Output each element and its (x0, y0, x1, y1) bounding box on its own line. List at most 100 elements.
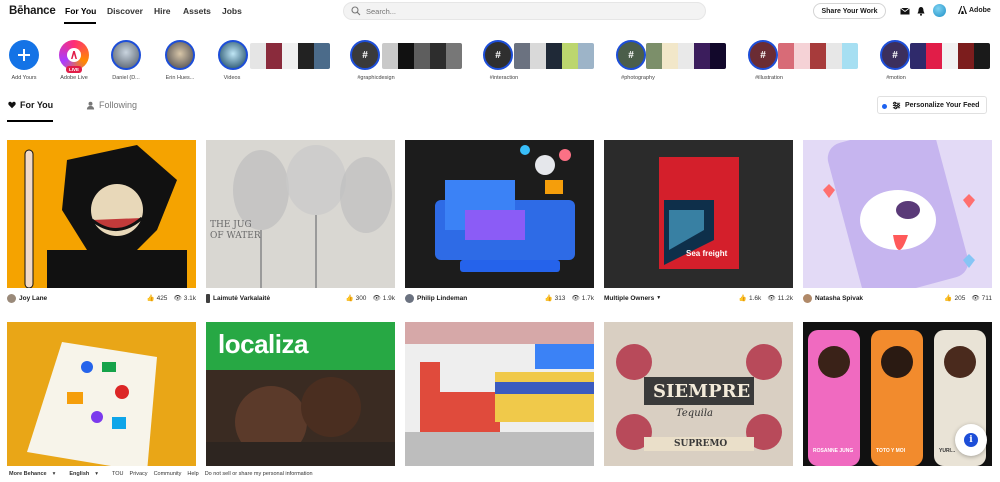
story-videos[interactable] (218, 40, 248, 70)
project-card[interactable] (405, 140, 594, 288)
owner-name[interactable]: Laimutė Varkalaitė (213, 295, 270, 302)
artwork-caption: localiza (218, 329, 308, 359)
tab-following-label: Following (99, 100, 138, 110)
footer-language[interactable]: English (69, 471, 89, 477)
search-input[interactable] (366, 6, 666, 16)
project-card[interactable]: localiza (206, 322, 395, 466)
bell-icon[interactable] (916, 6, 926, 16)
project-thumbnail (405, 322, 594, 466)
photography-thumbnails[interactable] (646, 43, 726, 69)
project-card[interactable] (7, 322, 196, 466)
heart-icon (8, 101, 16, 109)
project-card[interactable]: SIEMPRE Tequila SUPREMO (604, 322, 793, 466)
project-thumbnail (27, 342, 157, 466)
personalize-feed-button[interactable]: Personalize Your Feed (877, 96, 987, 114)
owner-avatar[interactable] (7, 293, 16, 303)
nav-hire[interactable]: Hire (154, 6, 171, 16)
artwork-caption: Sea freight (686, 249, 728, 258)
share-your-work-button[interactable]: Share Your Work (813, 3, 886, 19)
story-label: Adobe Live (60, 75, 88, 81)
add-story-button[interactable] (9, 40, 39, 70)
thumbs-up-icon: 👍 (944, 295, 953, 302)
chevron-down-icon[interactable]: ▼ (656, 295, 661, 301)
videos-thumbnails[interactable] (250, 43, 330, 69)
story-erin[interactable] (165, 40, 195, 70)
eye-icon: 👁 (971, 295, 980, 302)
adobe-link[interactable]: Adobe (958, 6, 991, 14)
like-count: 205 (954, 294, 966, 302)
mail-icon[interactable] (900, 6, 910, 16)
owner-name[interactable]: Natasha Spivak (815, 295, 863, 302)
story-label: Daniel (D... (112, 75, 140, 81)
footer-more-behance[interactable]: More Behance (9, 471, 47, 477)
nav-for-you[interactable]: For You (65, 6, 96, 16)
thumbs-up-icon: 👍 (345, 295, 354, 302)
view-count: 3.1k (183, 294, 196, 302)
illustration-thumbnails[interactable] (778, 43, 858, 69)
owner-name[interactable]: Philip Lindeman (417, 295, 467, 302)
story-label: Erin Hues... (165, 75, 195, 81)
info-icon: i (964, 433, 978, 447)
nav-discover[interactable]: Discover (107, 6, 143, 16)
adobe-live-icon (67, 48, 81, 62)
tab-for-you[interactable]: For You (8, 100, 53, 110)
story-label: #motion (886, 75, 906, 81)
story-interaction-hashtag-icon[interactable]: # (483, 40, 513, 70)
owner-name[interactable]: Joy Lane (19, 295, 47, 302)
adobe-label: Adobe (969, 6, 991, 14)
behance-logo[interactable]: Bēhance (9, 5, 56, 17)
view-count: 711 (981, 294, 992, 302)
adobe-logo-icon (958, 6, 967, 14)
view-count: 1.7k (581, 294, 594, 302)
info-button[interactable]: i (955, 424, 987, 456)
owner-avatar[interactable] (803, 293, 812, 303)
story-label: #photography (621, 75, 655, 81)
like-count: 1.6k (749, 294, 762, 302)
artwork-name: YURI... (939, 448, 956, 454)
chevron-down-icon: ▾ (95, 471, 99, 477)
like-count: 425 (156, 294, 168, 302)
view-count: 1.9k (382, 294, 395, 302)
user-avatar[interactable] (933, 4, 946, 17)
footer-link-community[interactable]: Community (154, 471, 182, 477)
feed-tabs-bar: For You Following (0, 92, 1000, 122)
view-count: 11.2k (777, 294, 793, 302)
personalize-label: Personalize Your Feed (905, 101, 980, 109)
project-thumbnail (233, 145, 392, 288)
footer-link-tou[interactable]: TOU (112, 471, 124, 477)
story-label: #interaction (489, 75, 519, 81)
footer-link-help[interactable]: Help (187, 471, 198, 477)
graphicdesign-thumbnails[interactable] (382, 43, 462, 69)
tab-following[interactable]: Following (86, 100, 137, 110)
project-meta: Laimutė Varkalaitė 👍 300 👁 1.9k (206, 293, 395, 303)
story-motion-hashtag-icon[interactable]: # (880, 40, 910, 70)
footer-link-do-not-sell[interactable]: Do not sell or share my personal informa… (205, 471, 313, 477)
project-meta: Philip Lindeman 👍 313 👁 1.7k (405, 293, 594, 303)
project-card[interactable] (7, 140, 196, 288)
owner-avatar[interactable] (206, 293, 210, 303)
like-count: 313 (554, 294, 566, 302)
motion-thumbnails[interactable] (910, 43, 990, 69)
project-card[interactable]: THE JUG OF WATER (206, 140, 395, 288)
owner-name[interactable]: Multiple Owners (604, 295, 654, 302)
footer-link-privacy[interactable]: Privacy (130, 471, 148, 477)
story-illustration-hashtag-icon[interactable]: # (748, 40, 778, 70)
interaction-thumbnails[interactable] (514, 43, 594, 69)
owner-avatar[interactable] (405, 293, 414, 303)
project-card[interactable] (803, 140, 992, 288)
eye-icon: 👁 (173, 295, 182, 302)
project-card[interactable] (405, 322, 594, 466)
nav-assets[interactable]: Assets (183, 6, 211, 16)
story-graphicdesign-hashtag-icon[interactable]: # (350, 40, 380, 70)
search-bar[interactable] (343, 2, 706, 20)
notification-dot (882, 104, 887, 109)
project-card[interactable]: Sea freight (604, 140, 793, 288)
eye-icon: 👁 (767, 295, 776, 302)
eye-icon: 👁 (571, 295, 580, 302)
plus-icon (18, 49, 30, 61)
story-daniel[interactable] (111, 40, 141, 70)
stories-row: Add Yours LIVE Adobe Live Daniel (D... E… (0, 36, 1000, 88)
nav-jobs[interactable]: Jobs (222, 6, 242, 16)
story-photography-hashtag-icon[interactable]: # (616, 40, 646, 70)
story-label: #illustration (755, 75, 783, 81)
